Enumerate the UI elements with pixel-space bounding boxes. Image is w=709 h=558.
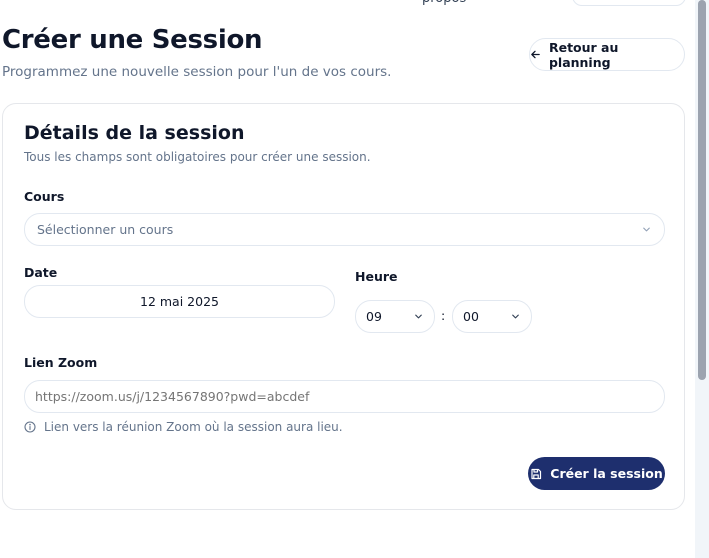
course-label: Cours [24, 189, 65, 204]
save-icon [531, 468, 542, 479]
minute-value: 00 [463, 309, 479, 324]
hour-value: 09 [366, 309, 382, 324]
info-icon [24, 421, 36, 433]
date-picker-button[interactable]: 12 mai 2025 [24, 285, 335, 318]
course-select-placeholder: Sélectionner un cours [37, 222, 174, 237]
date-label: Date [24, 265, 58, 280]
page-title: Créer une Session [2, 25, 263, 55]
create-session-button[interactable]: Créer la session [528, 457, 665, 490]
course-select[interactable]: Sélectionner un cours [24, 213, 665, 246]
zoom-link-hint: Lien vers la réunion Zoom où la session … [24, 420, 343, 434]
date-value: 12 mai 2025 [140, 294, 219, 309]
zoom-link-input[interactable] [24, 380, 665, 413]
time-label: Heure [355, 269, 398, 284]
header-remnant-text[interactable]: propos [422, 0, 466, 6]
minute-select[interactable]: 00 [452, 300, 532, 333]
zoom-link-label: Lien Zoom [24, 355, 98, 370]
chevron-down-icon [512, 314, 519, 319]
zoom-hint-text: Lien vers la réunion Zoom où la session … [44, 420, 343, 434]
page-scrollbar[interactable] [695, 0, 709, 558]
chevron-down-icon [415, 314, 422, 319]
page: propos Créer une Session Programmez une … [0, 0, 709, 558]
chevron-down-icon [643, 227, 650, 232]
page-subtitle: Programmez une nouvelle session pour l'u… [2, 64, 392, 80]
time-separator: : [441, 308, 446, 323]
card-description: Tous les champs sont obligatoires pour c… [24, 150, 371, 164]
create-session-label: Créer la session [550, 466, 663, 481]
back-button-label: Retour au planning [548, 39, 619, 70]
back-to-planning-button[interactable]: Retour au planning [529, 38, 685, 71]
scrollbar-thumb[interactable] [698, 0, 706, 380]
card-title: Détails de la session [24, 122, 245, 144]
session-details-card: Détails de la session Tous les champs so… [2, 103, 685, 510]
header-remnant-button[interactable] [572, 0, 686, 6]
arrow-left-icon [531, 50, 540, 59]
hour-select[interactable]: 09 [355, 300, 435, 333]
